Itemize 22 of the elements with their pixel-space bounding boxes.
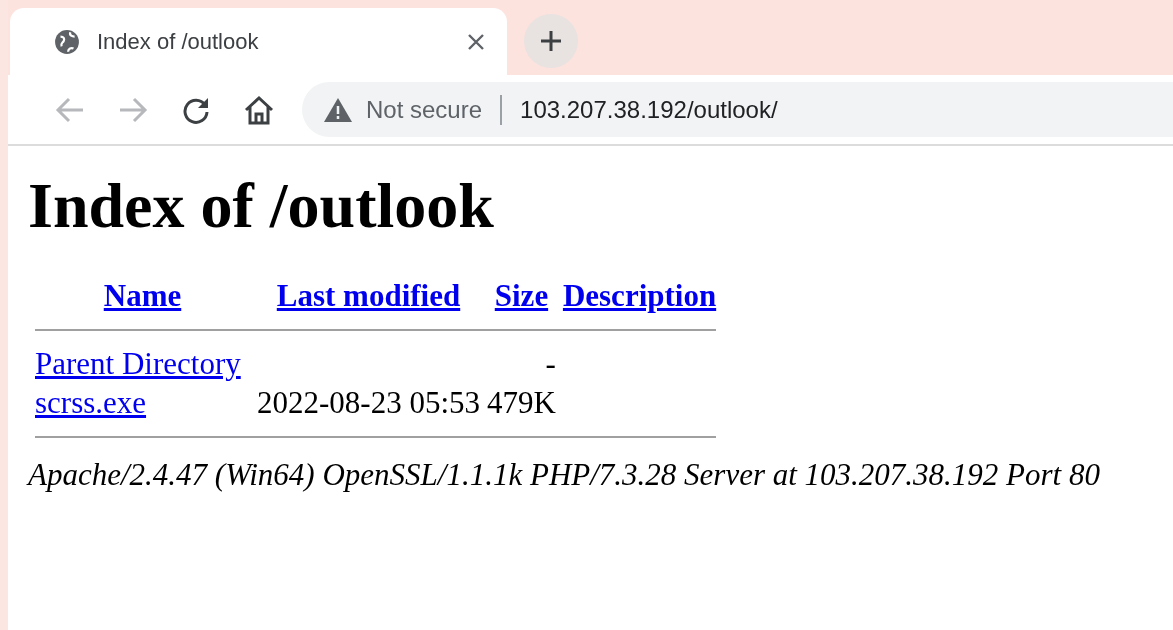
size-cell: - bbox=[545, 345, 556, 381]
warning-icon bbox=[324, 97, 352, 122]
column-header-link[interactable]: Last modified bbox=[276, 277, 461, 313]
column-header-link[interactable]: Name bbox=[103, 277, 182, 313]
address-bar[interactable]: Not secure 103.207.38.192/outlook/ bbox=[302, 82, 1173, 137]
column-header-link[interactable]: Size bbox=[494, 277, 549, 313]
file-link[interactable]: scrss.exe bbox=[35, 384, 147, 420]
url-text: 103.207.38.192/outlook/ bbox=[520, 95, 778, 124]
close-icon[interactable] bbox=[467, 32, 485, 51]
page-heading: Index of /outlook bbox=[28, 169, 494, 243]
file-link[interactable]: Parent Directory bbox=[35, 345, 241, 381]
tab-title: Index of /outlook bbox=[97, 28, 260, 55]
plus-icon bbox=[540, 30, 562, 52]
security-label: Not secure bbox=[366, 95, 483, 124]
home-icon[interactable] bbox=[242, 94, 275, 125]
column-header-link[interactable]: Description bbox=[562, 277, 717, 313]
date-cell: 2022-08-23 05:53 bbox=[257, 384, 480, 420]
size-cell: 479K bbox=[487, 384, 556, 420]
new-tab-button[interactable] bbox=[524, 14, 578, 68]
globe-icon bbox=[54, 28, 80, 55]
browser-tab[interactable]: Index of /outlook bbox=[10, 8, 507, 75]
server-signature: Apache/2.4.47 (Win64) OpenSSL/1.1.1k PHP/7.3.28 Server at 103.207.38.192 Port 80 bbox=[28, 456, 1100, 493]
